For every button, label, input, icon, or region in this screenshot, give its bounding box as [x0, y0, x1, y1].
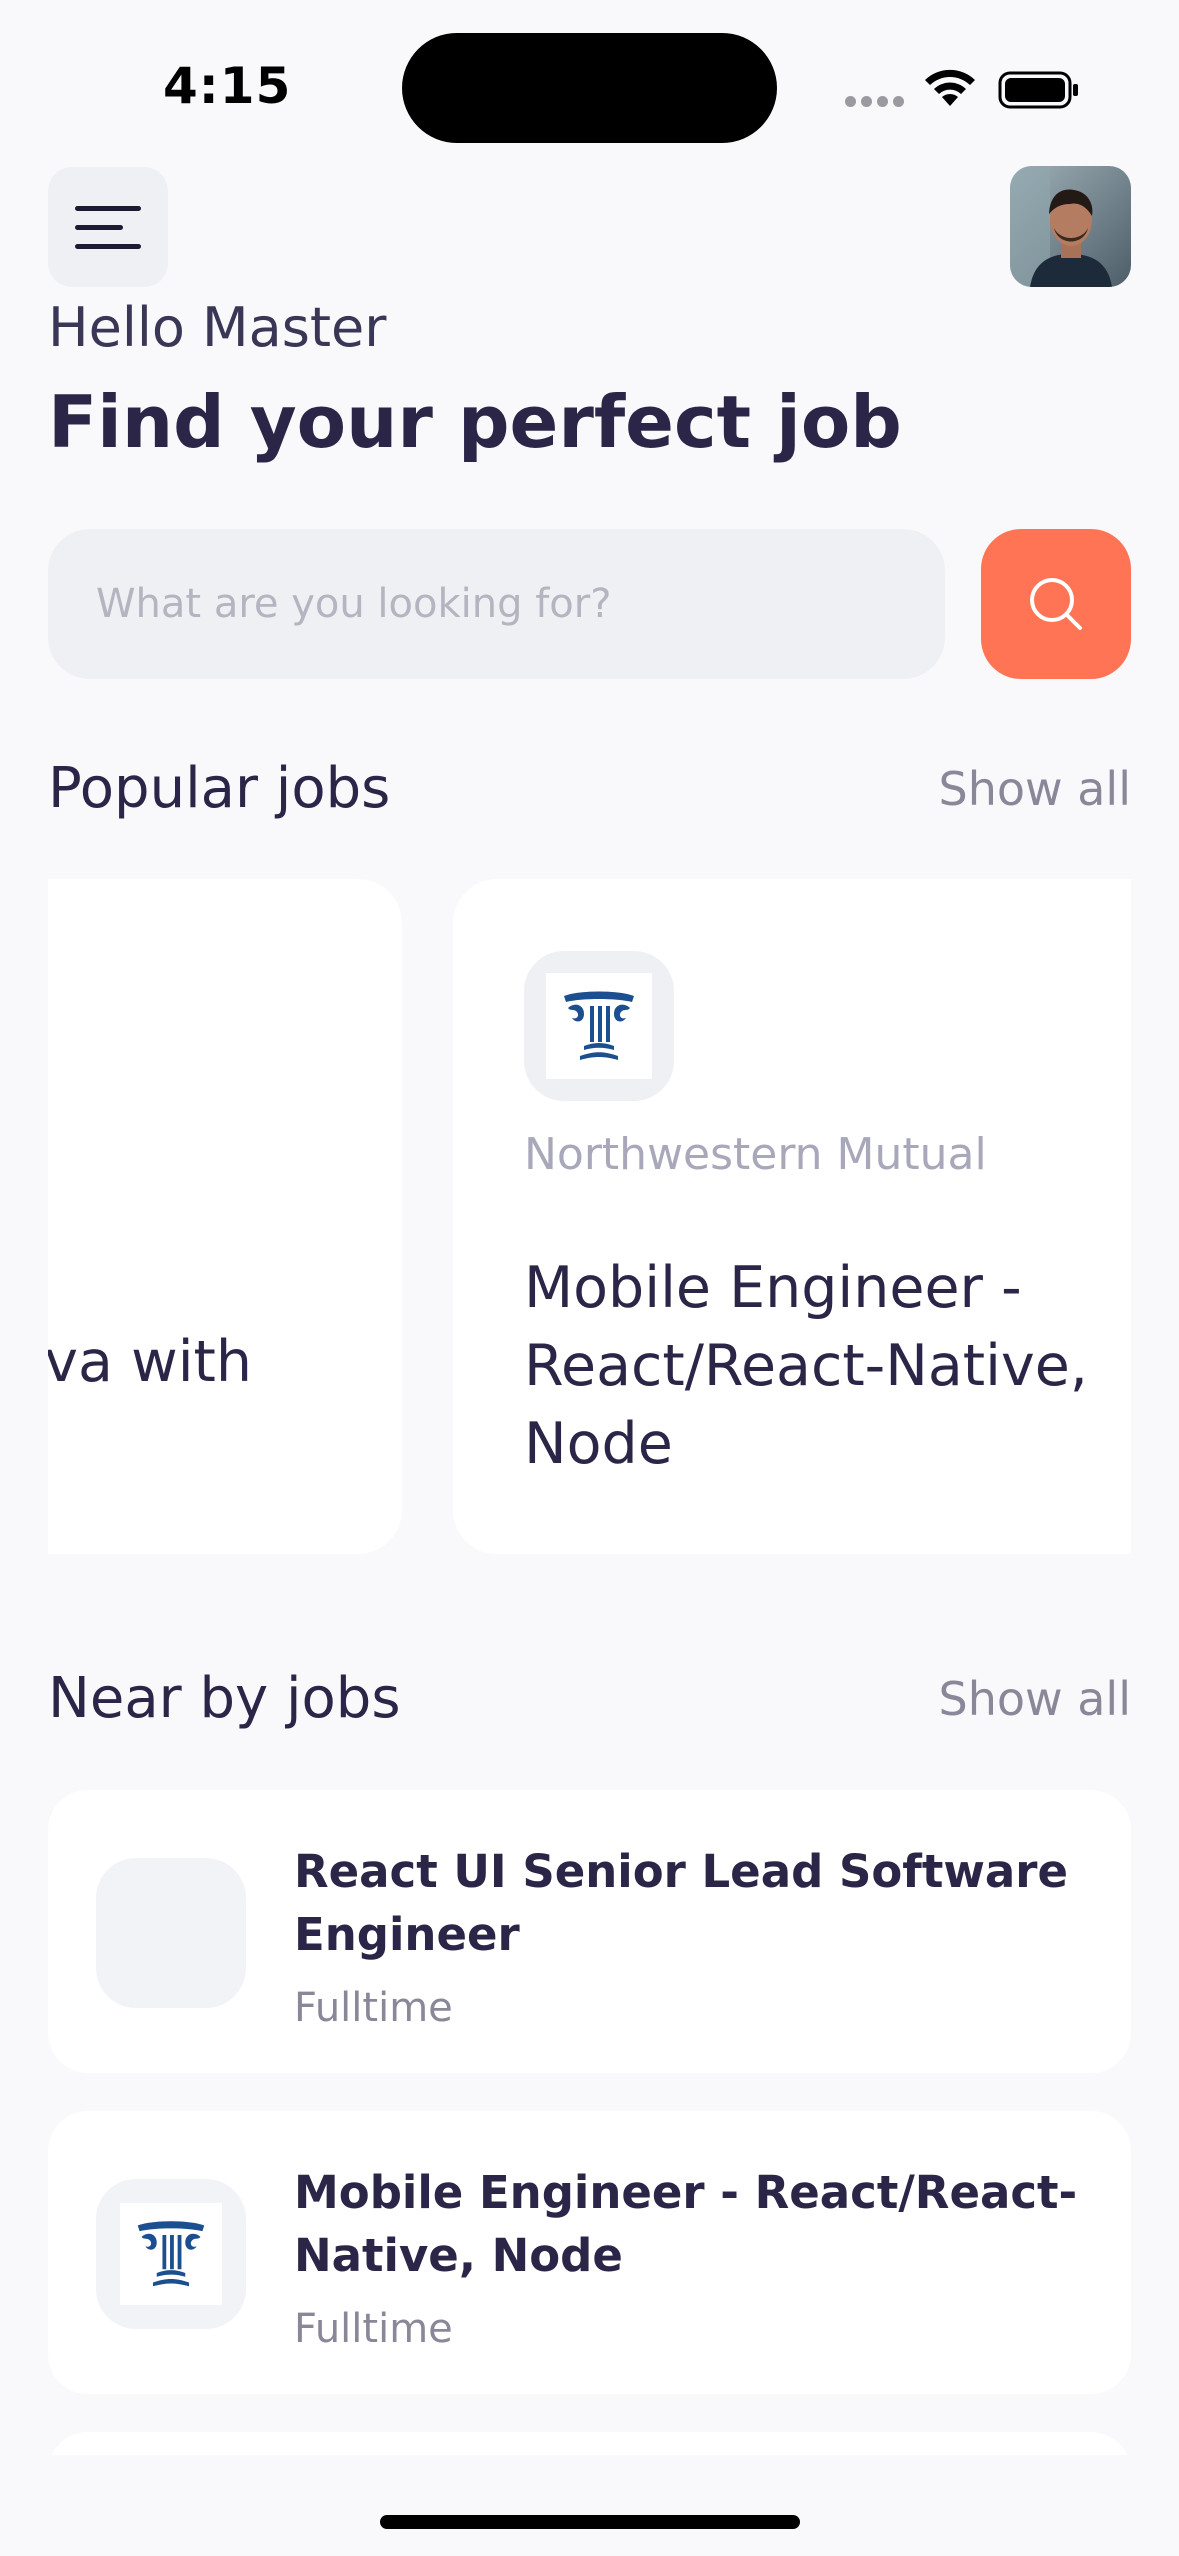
popular-show-all-link[interactable]: Show all	[939, 762, 1132, 816]
search-button[interactable]	[981, 529, 1131, 679]
nearby-job-card[interactable]: Mobile Engineer - React/React-Native, No…	[48, 2111, 1131, 2394]
bottom-safe-area	[0, 2455, 1179, 2556]
wifi-icon	[925, 69, 975, 106]
menu-icon	[75, 205, 141, 211]
job-title: Mobile Engineer - React/React-Native, No…	[294, 2166, 1078, 2282]
greeting: Hello Master	[48, 296, 387, 359]
avatar-photo	[1010, 166, 1131, 287]
dynamic-island	[402, 33, 777, 143]
popular-job-card[interactable]: Northwestern Mutual Mobile Engineer - Re…	[453, 879, 1131, 1554]
company-name: Northwestern Mutual	[524, 1129, 987, 1180]
battery-icon	[998, 71, 1078, 109]
home-indicator[interactable]	[380, 2515, 800, 2529]
job-title: ava with	[48, 1329, 252, 1395]
status-time: 4:15	[163, 57, 292, 115]
job-title: React UI Senior Lead Software Engineer	[294, 1845, 1069, 1961]
cellular-signal-icon	[845, 96, 904, 107]
nearby-job-card[interactable]: React UI Senior Lead Software Engineer F…	[48, 1790, 1131, 2073]
search-input[interactable]	[48, 529, 945, 679]
job-type: Fulltime	[294, 1985, 453, 2031]
job-type: Fulltime	[294, 2306, 453, 2352]
company-logo	[524, 951, 674, 1101]
company-logo-icon	[564, 991, 634, 1060]
screen: 4:15 Hello Master Find your perfect job …	[0, 0, 1179, 2556]
popular-job-card[interactable]: ava with	[48, 879, 402, 1554]
menu-button[interactable]	[48, 167, 168, 287]
company-logo-placeholder	[96, 1858, 246, 2008]
avatar[interactable]	[1010, 166, 1131, 287]
popular-jobs-title: Popular jobs	[48, 756, 391, 821]
company-logo	[96, 2179, 246, 2329]
nearby-show-all-link[interactable]: Show all	[939, 1672, 1132, 1726]
nearby-jobs-title: Near by jobs	[48, 1666, 401, 1731]
company-logo-icon	[137, 2221, 205, 2287]
popular-jobs-carousel[interactable]: ava with Northwestern Mutual Mobile Engi…	[48, 879, 1131, 1554]
job-title: Mobile Engineer - React/React-Native, No…	[524, 1255, 1088, 1477]
search-icon	[1030, 578, 1082, 630]
page-title: Find your perfect job	[48, 380, 902, 464]
